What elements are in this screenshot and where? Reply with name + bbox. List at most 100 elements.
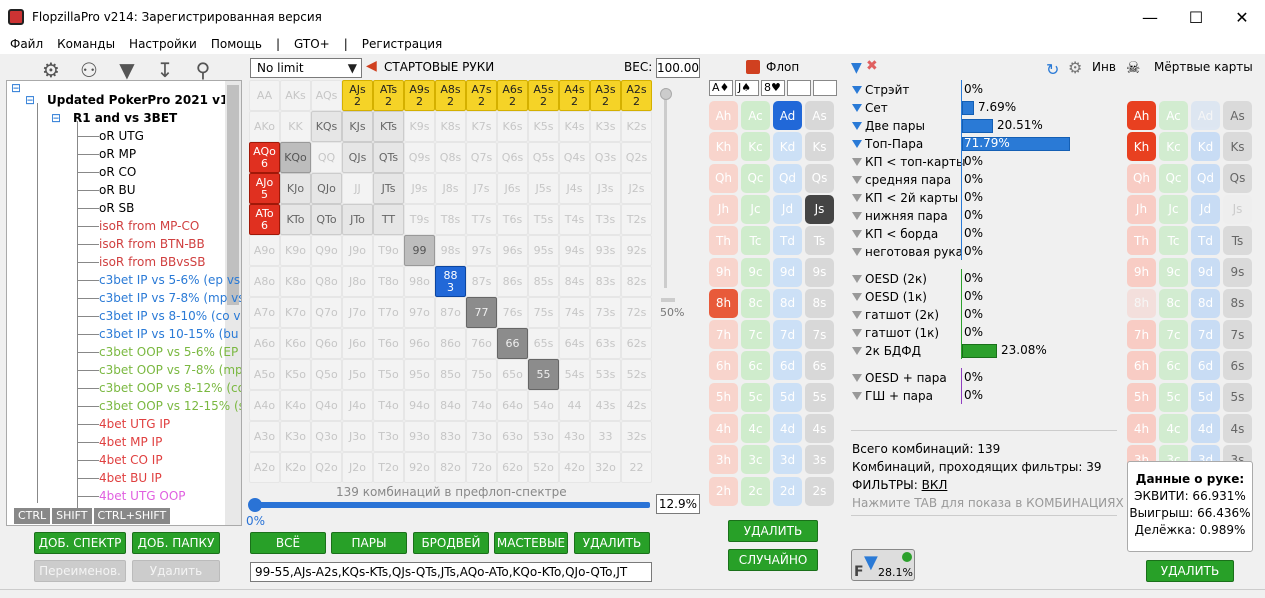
funnel-icon[interactable] <box>852 104 862 112</box>
tree-item[interactable]: c3bet OOP vs 5-6% (EP <box>99 345 238 359</box>
hand-cell[interactable]: QJo <box>311 173 342 204</box>
hand-cell[interactable]: KJs <box>342 111 373 142</box>
hand-cell[interactable]: K5s <box>528 111 559 142</box>
menu-item[interactable]: Настройки <box>129 37 197 51</box>
hand-cell[interactable]: KTs <box>373 111 404 142</box>
stat-row[interactable]: гатшот (1к) <box>852 325 939 341</box>
tree-item[interactable]: oR SB <box>99 201 134 215</box>
hand-cell[interactable]: 54s <box>559 359 590 390</box>
hand-cell[interactable]: 99 <box>404 235 435 266</box>
hand-cell[interactable]: K2o <box>280 452 311 483</box>
menu-item[interactable]: Файл <box>10 37 43 51</box>
hand-cell[interactable]: ATo 6 <box>249 204 280 235</box>
board-card[interactable]: As <box>805 101 834 130</box>
tree-item[interactable]: 4bet CO IP <box>99 453 163 467</box>
hand-cell[interactable]: J6s <box>497 173 528 204</box>
hand-cell[interactable]: K6o <box>280 328 311 359</box>
stat-row[interactable]: OESD (2к) <box>852 271 927 287</box>
hand-cell[interactable]: 53s <box>590 359 621 390</box>
funnel-icon[interactable] <box>852 158 862 166</box>
board-card[interactable]: Ad <box>773 101 802 130</box>
hand-cell[interactable]: 32o <box>590 452 621 483</box>
filter-badge[interactable]: F ▼ 28.1% <box>851 549 915 581</box>
tree-item[interactable]: oR CO <box>99 165 136 179</box>
hand-cell[interactable]: A8s 2 <box>435 80 466 111</box>
stat-row[interactable]: OESD (1к) <box>852 289 927 305</box>
range-percent-knob[interactable] <box>248 498 262 512</box>
hand-cell[interactable]: 82s <box>621 266 652 297</box>
range-percent-input[interactable]: 12.9% <box>656 494 700 514</box>
hand-cell[interactable]: 62s <box>621 328 652 359</box>
hand-cell[interactable]: Q6s <box>497 142 528 173</box>
hand-cell[interactable]: 98s <box>435 235 466 266</box>
hand-cell[interactable]: J3s <box>590 173 621 204</box>
hand-cell[interactable]: T6s <box>497 204 528 235</box>
dead-delete-button[interactable]: УДАЛИТЬ <box>1146 560 1234 582</box>
stat-row[interactable]: Стрэйт <box>852 82 909 98</box>
hand-cell[interactable]: A2s 2 <box>621 80 652 111</box>
hand-cell[interactable]: Q2s <box>621 142 652 173</box>
weight-slider[interactable] <box>660 88 672 290</box>
hand-cell[interactable]: 95o <box>404 359 435 390</box>
hand-cell[interactable]: J9s <box>404 173 435 204</box>
range-preset-button[interactable]: ПАРЫ <box>331 532 407 554</box>
hand-cell[interactable]: 75s <box>528 297 559 328</box>
dead-card[interactable]: 4h <box>1127 414 1156 443</box>
range-tree[interactable]: ⊟ ⊟ Updated PokerPro 2021 v1.2 ⊟ R1 and … <box>6 80 242 526</box>
hand-cell[interactable]: T3o <box>373 421 404 452</box>
hand-cell[interactable]: 85s <box>528 266 559 297</box>
hand-cell[interactable]: 43s <box>590 390 621 421</box>
hand-cell[interactable]: T5o <box>373 359 404 390</box>
flop-slot[interactable]: J♠ <box>735 80 759 96</box>
range-preset-button[interactable]: БРОДВЕЙ <box>413 532 489 554</box>
board-card[interactable]: 3s <box>805 445 834 475</box>
hand-cell[interactable]: 96s <box>497 235 528 266</box>
hand-cell[interactable]: J3o <box>342 421 373 452</box>
hand-cell[interactable]: 32s <box>621 421 652 452</box>
dead-card[interactable]: 6c <box>1159 351 1188 381</box>
hand-cell[interactable]: ATs 2 <box>373 80 404 111</box>
minimize-button[interactable]: — <box>1127 0 1173 34</box>
hand-cell[interactable]: Q9o <box>311 235 342 266</box>
tree-item[interactable]: oR BU <box>99 183 136 197</box>
flop-slot[interactable]: A♦ <box>709 80 733 96</box>
dead-card[interactable]: 9d <box>1191 257 1220 287</box>
stat-row[interactable]: Две пары <box>852 118 925 134</box>
rename-button[interactable]: Переименов. <box>34 560 126 582</box>
hand-cell[interactable]: 53o <box>528 421 559 452</box>
board-card[interactable]: Qs <box>805 163 834 193</box>
hand-cell[interactable]: A2o <box>249 452 280 483</box>
weight-input[interactable]: 100.00 <box>656 58 700 78</box>
hand-cell[interactable]: T8o <box>373 266 404 297</box>
dead-card[interactable]: Kd <box>1191 132 1220 162</box>
range-string-input[interactable]: 99-55,AJs-A2s,KQs-KTs,QJs-QTs,JTs,AQo-AT… <box>250 562 652 582</box>
hand-cell[interactable]: Q6o <box>311 328 342 359</box>
funnel-icon[interactable] <box>852 275 862 283</box>
hand-cell[interactable]: 63s <box>590 328 621 359</box>
dead-card[interactable]: Ah <box>1127 101 1156 130</box>
tree-item[interactable]: 4bet UTG IP <box>99 417 170 431</box>
hand-cell[interactable]: 65o <box>497 359 528 390</box>
dead-card[interactable]: 8d <box>1191 288 1220 318</box>
hand-cell[interactable]: A4o <box>249 390 280 421</box>
hand-cell[interactable]: 55 <box>528 359 559 390</box>
hand-cell[interactable]: AKs <box>280 80 311 111</box>
board-card[interactable]: 5s <box>805 382 834 412</box>
board-card[interactable]: Kd <box>773 132 802 162</box>
board-card[interactable]: 6c <box>741 351 770 381</box>
hand-cell[interactable]: Q4o <box>311 390 342 421</box>
collapse-icon[interactable]: ⊟ <box>25 93 35 107</box>
board-card[interactable]: 6h <box>709 351 738 381</box>
stat-row[interactable]: гатшот (2к) <box>852 307 939 323</box>
hand-cell[interactable]: 73s <box>590 297 621 328</box>
hand-cell[interactable]: J8o <box>342 266 373 297</box>
hand-cell[interactable]: 33 <box>590 421 621 452</box>
hand-cell[interactable]: T7o <box>373 297 404 328</box>
hand-cell[interactable]: K8s <box>435 111 466 142</box>
add-range-button[interactable]: ДОБ. СПЕКТР <box>34 532 126 554</box>
board-card[interactable]: Jh <box>709 194 738 224</box>
refresh-icon[interactable]: ↻ <box>1046 60 1059 79</box>
hand-cell[interactable]: A7s 2 <box>466 80 497 111</box>
stat-row[interactable]: OESD + пара <box>852 370 947 386</box>
dead-card[interactable]: Kh <box>1127 132 1156 162</box>
